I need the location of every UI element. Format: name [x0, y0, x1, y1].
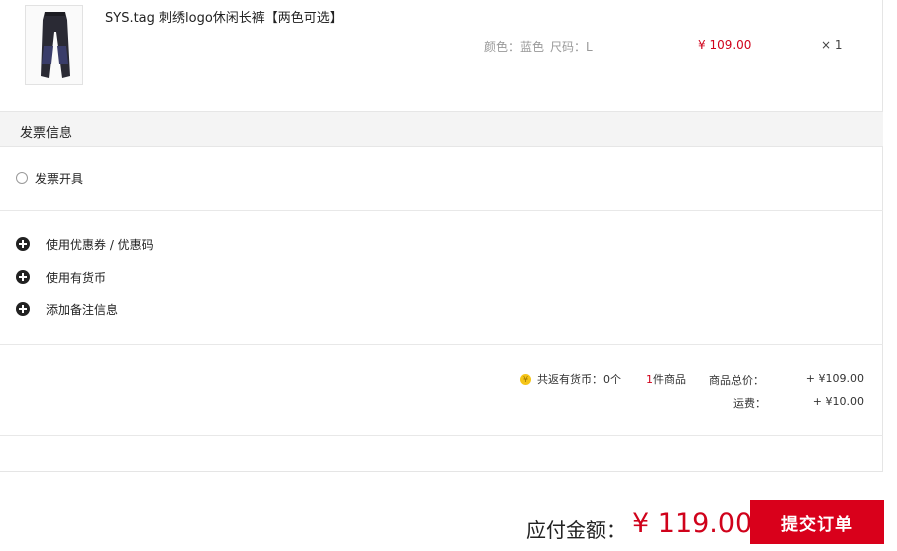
invoice-section-title: 发票信息	[20, 126, 73, 141]
product-name[interactable]: SYS.tag 刺绣logo休闲长裤【两色可选】	[105, 7, 343, 26]
pants-thumbnail-icon	[41, 12, 70, 78]
submit-order-button[interactable]: 提交订单	[750, 500, 884, 544]
option-remark[interactable]: 添加备注信息	[16, 301, 118, 317]
shipping-label: 运费：	[733, 397, 766, 410]
product-spec: 颜色：蓝色 尺码：L	[484, 38, 593, 55]
coin-return-text: 共返有货币：0个	[537, 373, 621, 386]
yoho-coin-icon: ¥	[520, 373, 531, 385]
product-size: 尺码：L	[550, 40, 593, 54]
option-yoho-coin[interactable]: 使用有货币	[16, 269, 106, 285]
divider	[0, 210, 883, 211]
invoice-section-header: 发票信息	[0, 111, 883, 147]
product-thumbnail[interactable]	[25, 5, 83, 85]
item-count-number: 1	[646, 372, 653, 386]
divider	[0, 344, 883, 345]
product-price: ¥ 109.00	[698, 38, 752, 52]
product-color: 颜色：蓝色	[484, 40, 545, 54]
item-count-suffix: 件商品	[653, 373, 686, 386]
option-coupon-label[interactable]: 使用优惠券 / 优惠码	[46, 236, 154, 253]
option-remark-label[interactable]: 添加备注信息	[46, 301, 118, 318]
item-count: 1 件商品	[646, 371, 686, 387]
invoice-option[interactable]: 发票开具	[16, 170, 83, 186]
goods-total-label: 商品总价：	[709, 374, 764, 387]
plus-circle-icon[interactable]	[16, 237, 30, 251]
goods-total-value: + ¥109.00	[805, 372, 864, 385]
divider	[0, 435, 883, 436]
coin-return-info: ¥ 共返有货币：0个	[520, 371, 621, 387]
plus-circle-icon[interactable]	[16, 270, 30, 284]
invoice-option-label: 发票开具	[35, 171, 84, 186]
product-quantity: × 1	[821, 38, 843, 52]
pay-amount-label: 应付金额：	[526, 518, 626, 542]
plus-circle-icon[interactable]	[16, 302, 30, 316]
invoice-radio[interactable]	[16, 172, 28, 184]
pay-amount-value: ¥ 119.00	[632, 508, 753, 539]
shipping-value: + ¥10.00	[812, 395, 864, 408]
option-yoho-coin-label[interactable]: 使用有货币	[46, 269, 106, 286]
option-coupon[interactable]: 使用优惠券 / 优惠码	[16, 236, 154, 252]
order-panel: SYS.tag 刺绣logo休闲长裤【两色可选】 颜色：蓝色 尺码：L ¥ 109…	[0, 0, 883, 472]
